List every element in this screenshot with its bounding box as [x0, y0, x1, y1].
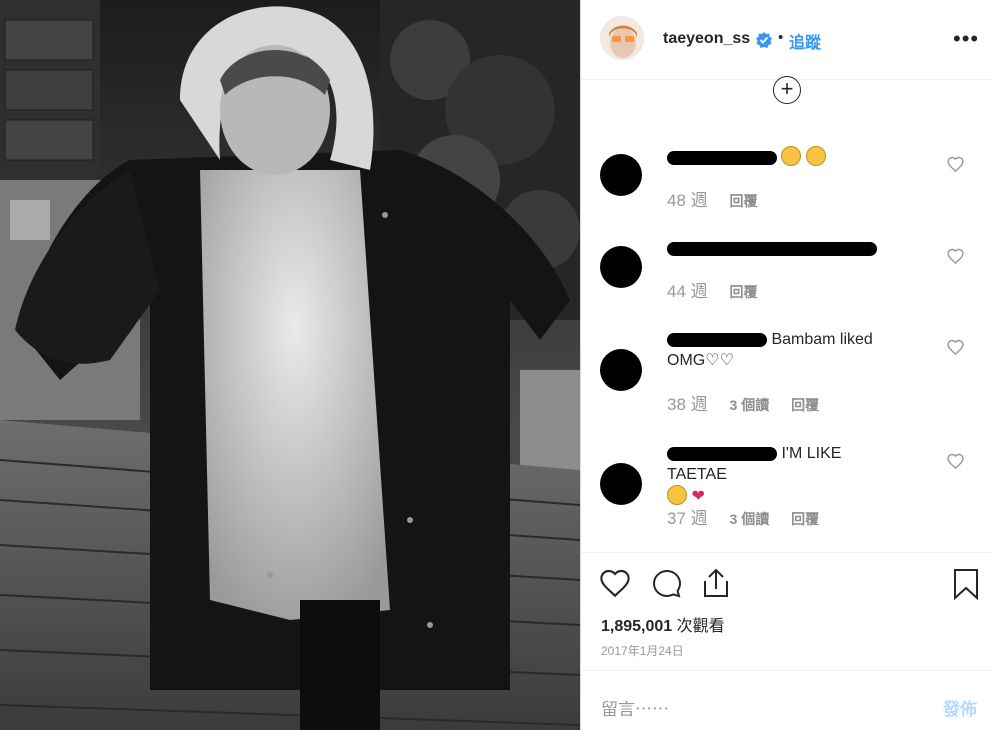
redacted-username: [667, 150, 777, 165]
reply-button[interactable]: 回覆: [730, 284, 758, 300]
like-comment-heart-icon[interactable]: [947, 248, 964, 269]
comment-composer: 留言⋯⋯ 發佈: [581, 670, 992, 731]
like-comment-heart-icon[interactable]: [947, 339, 964, 360]
view-replies-button[interactable]: 3 個讀: [730, 397, 770, 413]
post-detail-panel: taeyeon_ss • 追蹤 ••• + 48 週 回覆 44 週 回覆 Ba…: [580, 0, 992, 730]
reply-button[interactable]: 回覆: [730, 193, 758, 209]
redacted-username: [667, 446, 777, 461]
commenter-avatar[interactable]: [600, 154, 642, 196]
video-frame: [0, 0, 580, 730]
header-separator: •: [778, 29, 784, 46]
post-comment-button[interactable]: 發佈: [943, 695, 977, 720]
redacted-username: [667, 332, 767, 347]
comment-bubble-icon[interactable]: [651, 568, 683, 605]
grinning-face-emoji: [805, 146, 826, 166]
comment-age: 48 週: [667, 191, 708, 210]
follow-button[interactable]: 追蹤: [789, 29, 821, 53]
share-icon[interactable]: [701, 567, 731, 604]
comment-meta: 37 週 3 個讀 回覆: [667, 504, 819, 529]
like-comment-heart-icon[interactable]: [947, 453, 964, 474]
comment-age: 44 週: [667, 282, 708, 301]
reply-button[interactable]: 回覆: [791, 511, 819, 527]
commenter-avatar[interactable]: [600, 246, 642, 288]
commenter-avatar[interactable]: [600, 349, 642, 391]
comment-meta: 38 週 3 個讀 回覆: [667, 390, 819, 415]
comment-text: Bambam liked OMG♡♡: [667, 331, 873, 369]
author-avatar[interactable]: [600, 16, 644, 60]
verified-badge-icon: [755, 31, 773, 54]
like-comment-heart-icon[interactable]: [947, 156, 964, 177]
more-options-icon[interactable]: •••: [953, 26, 979, 52]
post-date: 2017年1月24日: [601, 644, 684, 658]
view-count: 1,895,001 次觀看: [601, 618, 725, 635]
tears-of-joy-emoji: [667, 485, 687, 505]
comment-meta: 48 週 回覆: [667, 186, 758, 211]
comment-age: 38 週: [667, 395, 708, 414]
bookmark-icon[interactable]: [953, 568, 979, 605]
comment-text: [667, 146, 897, 168]
post-media-video[interactable]: [0, 0, 580, 730]
load-more-comments-button[interactable]: +: [773, 76, 801, 104]
heart-emoji: ❤: [691, 488, 705, 505]
action-bar: [581, 552, 992, 601]
comment-input[interactable]: 留言⋯⋯: [601, 695, 669, 720]
like-heart-icon[interactable]: [599, 568, 631, 603]
comment-text: [667, 238, 897, 259]
view-replies-button[interactable]: 3 個讀: [730, 511, 770, 527]
comment-age: 37 週: [667, 509, 708, 528]
comment-meta: 44 週 回覆: [667, 277, 758, 302]
commenter-avatar[interactable]: [600, 463, 642, 505]
smiling-face-emoji: [781, 146, 802, 166]
comment-text: I'M LIKE TAETAE ❤: [667, 445, 842, 505]
author-username[interactable]: taeyeon_ss: [663, 30, 750, 48]
reply-button[interactable]: 回覆: [791, 397, 819, 413]
post-header: taeyeon_ss • 追蹤 •••: [581, 0, 992, 80]
redacted-username: [667, 241, 877, 256]
